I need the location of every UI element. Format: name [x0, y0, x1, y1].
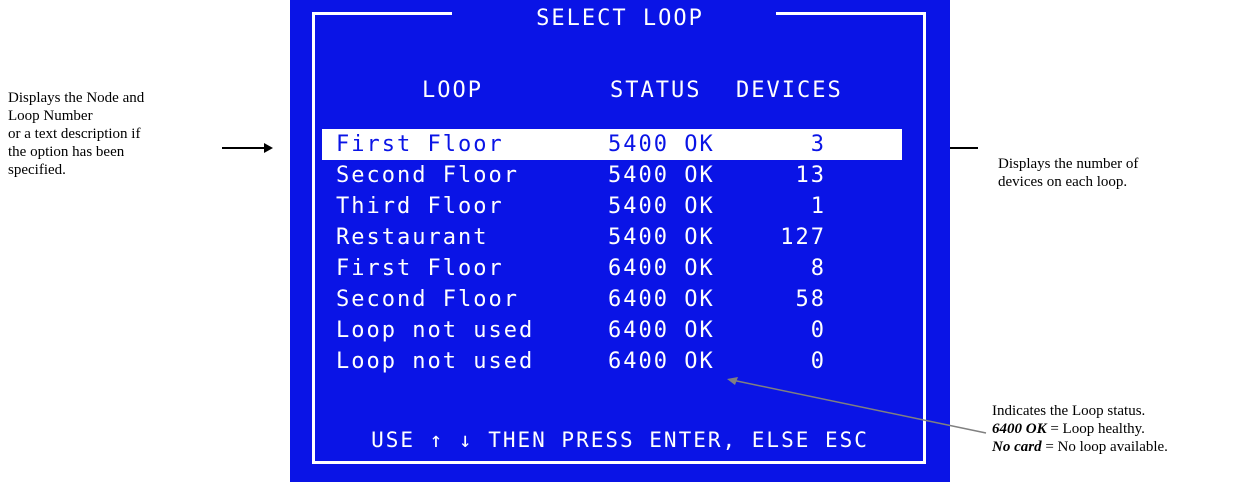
loop-status: 5400 OK — [608, 194, 715, 219]
annotation-left-line-5: specified. — [8, 162, 66, 178]
annotation-right-line-2: devices on each loop. — [998, 174, 1128, 190]
loop-status: 6400 OK — [608, 349, 715, 374]
status-ok-term: 6400 OK — [992, 421, 1047, 437]
loop-name: First Floor — [336, 132, 504, 157]
loop-row[interactable]: Loop not used 6400 OK 0 — [322, 346, 902, 377]
no-card-desc: = No loop available. — [1041, 439, 1168, 455]
loop-status: 5400 OK — [608, 225, 715, 250]
annotation-bottom-line-1: Indicates the Loop status. — [992, 403, 1146, 419]
arrow-right-line — [222, 147, 266, 149]
footer-instructions: USE ↑ ↓ THEN PRESS ENTER, ELSE ESC — [371, 428, 869, 452]
loop-row[interactable]: Second Floor 6400 OK 58 — [322, 284, 902, 315]
annotation-left-line-4: the option has been — [8, 144, 125, 160]
loop-devices: 58 — [795, 287, 826, 312]
annotation-right-line-1: Displays the number of — [998, 156, 1139, 172]
arrow-right-icon — [264, 143, 273, 153]
annotation-left-line-3: or a text description if — [8, 126, 141, 142]
loop-row[interactable]: First Floor 6400 OK 8 — [322, 253, 902, 284]
loop-row[interactable]: Loop not used 6400 OK 0 — [322, 315, 902, 346]
loop-devices: 1 — [810, 194, 826, 219]
loop-list: First Floor 5400 OK 3 Second Floor 5400 OK 13… — [322, 129, 902, 377]
loop-status: 5400 OK — [608, 132, 715, 157]
loop-devices: 0 — [810, 349, 826, 374]
loop-name: Third Floor — [336, 194, 504, 219]
column-header-loop: LOOP — [422, 78, 483, 103]
loop-row[interactable]: Restaurant 5400 OK 127 — [322, 222, 902, 253]
loop-devices: 127 — [780, 225, 826, 250]
loop-row[interactable]: Third Floor 5400 OK 1 — [322, 191, 902, 222]
loop-name: Second Floor — [336, 287, 519, 312]
no-card-term: No card — [992, 439, 1042, 455]
status-ok-desc: = Loop healthy. — [1046, 421, 1145, 437]
loop-devices: 13 — [795, 163, 826, 188]
annotation-node-loop: Displays the Node and Loop Number or a t… — [8, 89, 218, 179]
annotation-left-line-2: Loop Number — [8, 108, 93, 124]
loop-status: 6400 OK — [608, 287, 715, 312]
loop-row[interactable]: First Floor 5400 OK 3 — [322, 129, 902, 160]
loop-devices: 3 — [810, 132, 826, 157]
loop-name: Second Floor — [336, 163, 519, 188]
column-header-devices: DEVICES — [736, 78, 843, 103]
loop-devices: 8 — [810, 256, 826, 281]
annotation-bottom-line-3: No card = No loop available. — [992, 438, 1254, 456]
loop-status: 5400 OK — [608, 163, 715, 188]
annotation-bottom-line-2: 6400 OK = Loop healthy. — [992, 420, 1254, 438]
loop-name: Loop not used — [336, 318, 535, 343]
loop-status: 6400 OK — [608, 318, 715, 343]
annotation-devices: Displays the number of devices on each l… — [998, 155, 1228, 191]
loop-name: Loop not used — [336, 349, 535, 374]
annotation-left-line-1: Displays the Node and — [8, 90, 145, 106]
loop-name: Restaurant — [336, 225, 489, 250]
select-loop-screen: SELECT LOOP LOOP STATUS DEVICES First Fl… — [290, 0, 950, 482]
loop-status: 6400 OK — [608, 256, 715, 281]
screen-title: SELECT LOOP — [536, 6, 704, 31]
loop-row[interactable]: Second Floor 5400 OK 13 — [322, 160, 902, 191]
annotation-loop-status: Indicates the Loop status. 6400 OK = Loo… — [992, 402, 1254, 456]
loop-name: First Floor — [336, 256, 504, 281]
loop-devices: 0 — [810, 318, 826, 343]
column-header-status: STATUS — [610, 78, 702, 103]
